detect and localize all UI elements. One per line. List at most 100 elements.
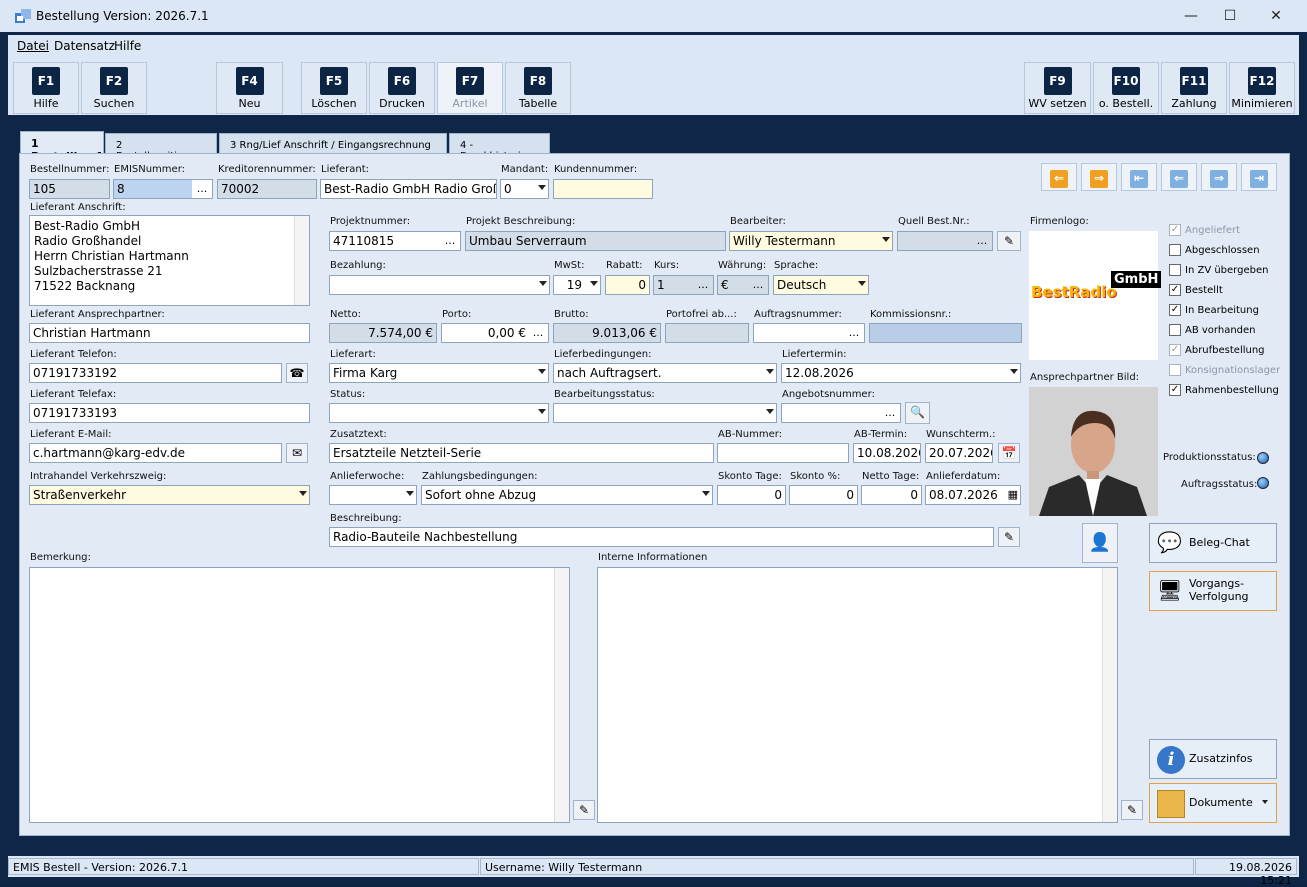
checkbox-abgeschlossen[interactable]: Abgeschlossen <box>1169 244 1260 256</box>
tab-bestellkopf[interactable]: 1 Bestellkopf <box>20 131 104 163</box>
edit-text-icon[interactable]: ✎ <box>573 800 595 820</box>
chevron-down-icon[interactable] <box>1262 800 1268 804</box>
zusatzinfos-button[interactable]: i Zusatzinfos <box>1149 739 1277 779</box>
calendar-icon[interactable]: ▦ <box>1008 488 1018 501</box>
skontoprozent-field[interactable]: 0 <box>789 485 858 505</box>
o-bestell-button[interactable]: F10 o. Bestell. <box>1093 62 1159 114</box>
porto-lookup-button[interactable]: ... <box>528 324 548 342</box>
tab-druckhistorie[interactable]: 4 - Druckhistorie <box>449 133 550 162</box>
anschrift-textarea[interactable]: Best-Radio GmbH Radio Großhandel Herrn C… <box>29 215 310 306</box>
lieferart-select[interactable]: Firma Karg <box>329 363 549 383</box>
kommissionsnr-field[interactable] <box>869 323 1022 343</box>
checkbox-konsignationslager[interactable]: Konsignationslager <box>1169 364 1280 376</box>
status-select[interactable] <box>329 403 549 423</box>
liefertermin-select[interactable]: 12.08.2026 <box>781 363 1021 383</box>
projektnummer-field[interactable]: 47110815... <box>329 231 461 251</box>
anlieferwoche-select[interactable] <box>329 485 417 505</box>
phone-icon[interactable]: ☎ <box>286 363 308 383</box>
telefax-field[interactable]: 07191733193 <box>29 403 310 423</box>
quellbestnr-lookup-button[interactable]: ... <box>972 232 992 250</box>
verkehrszweig-select[interactable]: Straßenverkehr <box>29 485 310 505</box>
article-button[interactable]: F7 Artikel <box>437 62 503 114</box>
edit-text-icon[interactable]: ✎ <box>1121 800 1143 820</box>
menu-datei[interactable]: Datei <box>17 39 49 53</box>
checkbox-abrufbestellung[interactable]: ✓ Abrufbestellung <box>1169 344 1265 356</box>
waehrung-field[interactable]: €... <box>717 275 769 295</box>
kurs-field[interactable]: 1... <box>653 275 714 295</box>
delete-button[interactable]: F5 Löschen <box>301 62 367 114</box>
nav-first-button[interactable]: ⇤ <box>1121 163 1157 191</box>
kundennummer-field[interactable] <box>553 179 653 199</box>
edit-document-icon[interactable]: ✎ <box>997 231 1021 251</box>
nav-next-button[interactable]: ⇒ <box>1201 163 1237 191</box>
sprache-select[interactable]: Deutsch <box>773 275 869 295</box>
email-field[interactable]: c.hartmann@karg-edv.de <box>29 443 282 463</box>
anschrift-scrollbar[interactable] <box>294 216 309 305</box>
search-button[interactable]: F2 Suchen <box>81 62 147 114</box>
edit-text-icon[interactable]: ✎ <box>998 527 1020 547</box>
menu-datensatz[interactable]: Datensatz <box>54 39 115 53</box>
bestellnummer-field[interactable]: 105 <box>29 179 110 199</box>
porto-field[interactable]: 0,00 €... <box>441 323 549 343</box>
emisnummer-field[interactable]: 8... <box>113 179 213 199</box>
angebotsnummer-field[interactable]: ... <box>781 403 901 423</box>
tab-anschrift-eingangsrechnung[interactable]: 3 Rng/Lief Anschrift / Eingangsrechnung <box>219 133 447 154</box>
new-button[interactable]: F4 Neu <box>216 62 283 114</box>
table-button[interactable]: F8 Tabelle <box>505 62 571 114</box>
beleg-chat-button[interactable]: 💬 Beleg-Chat <box>1149 523 1277 563</box>
mandant-select[interactable]: 0 <box>500 179 549 199</box>
checkbox-in-bearbeitung[interactable]: ✓ In Bearbeitung <box>1169 304 1259 316</box>
checkbox-angeliefert[interactable]: ✓ Angeliefert <box>1169 224 1240 236</box>
bemerkung-textarea[interactable] <box>29 567 570 823</box>
checkbox-rahmenbestellung[interactable]: ✓ Rahmenbestellung <box>1169 384 1279 396</box>
nav-previous-button[interactable]: ⇐ <box>1161 163 1197 191</box>
kurs-lookup-button[interactable]: ... <box>693 276 713 294</box>
abnummer-field[interactable] <box>717 443 849 463</box>
print-button[interactable]: F6 Drucken <box>369 62 435 114</box>
beschreibung-field[interactable]: Radio-Bauteile Nachbestellung <box>329 527 994 547</box>
payment-button[interactable]: F11 Zahlung <box>1161 62 1227 114</box>
projektbeschreibung-field[interactable]: Umbau Serverraum <box>465 231 726 251</box>
checkbox-bestellt[interactable]: ✓ Bestellt <box>1169 284 1223 296</box>
mwst-select[interactable]: 19 <box>553 275 601 295</box>
nav-prev-orange-button[interactable]: ⇐ <box>1041 163 1077 191</box>
emisnummer-lookup-button[interactable]: ... <box>192 180 212 198</box>
maximize-button[interactable]: ☐ <box>1207 0 1253 32</box>
auftragsnummer-field[interactable]: ... <box>753 323 865 343</box>
waehrung-lookup-button[interactable]: ... <box>748 276 768 294</box>
nettotage-field[interactable]: 0 <box>861 485 922 505</box>
search-icon[interactable]: 🔍 <box>905 402 930 424</box>
tab-bestellpositionen[interactable]: 2 Bestellpositionen <box>105 133 217 162</box>
lieferbedingungen-select[interactable]: nach Auftragsert. <box>553 363 777 383</box>
nav-last-button[interactable]: ⇥ <box>1241 163 1277 191</box>
bearbeiter-select[interactable]: Willy Testermann <box>729 231 893 251</box>
telefon-field[interactable]: 07191733192 <box>29 363 282 383</box>
mail-icon[interactable]: ✉ <box>286 443 308 463</box>
quellbestnr-field[interactable]: ... <box>897 231 993 251</box>
bezahlung-select[interactable] <box>329 275 550 295</box>
help-button[interactable]: F1 Hilfe <box>13 62 79 114</box>
ansprechpartner-field[interactable]: Christian Hartmann <box>29 323 310 343</box>
bearbeitungsstatus-select[interactable] <box>553 403 777 423</box>
vorgangsverfolgung-button[interactable]: 🖥 Vorgangs- Verfolgung <box>1149 571 1277 611</box>
anlieferdatum-field[interactable]: 08.07.2026 ▦ <box>925 485 1021 505</box>
netto-field[interactable]: 7.574,00 € <box>329 323 437 343</box>
skontotage-field[interactable]: 0 <box>717 485 786 505</box>
angebotsnummer-lookup-button[interactable]: ... <box>880 404 900 422</box>
close-button[interactable]: ✕ <box>1253 0 1299 32</box>
interne-textarea[interactable] <box>597 567 1118 823</box>
dokumente-button[interactable]: Dokumente <box>1149 783 1277 823</box>
zahlungsbedingungen-select[interactable]: Sofort ohne Abzug <box>421 485 713 505</box>
minimize-app-button[interactable]: F12 Minimieren <box>1229 62 1295 114</box>
calendar-icon[interactable]: 📅 <box>998 443 1020 463</box>
auftragsnummer-lookup-button[interactable]: ... <box>844 324 864 342</box>
wv-setzen-button[interactable]: F9 WV setzen <box>1024 62 1091 114</box>
rabatt-field[interactable]: 0 <box>605 275 650 295</box>
menu-hilfe[interactable]: Hilfe <box>114 39 141 53</box>
kreditorennummer-field[interactable]: 70002 <box>217 179 317 199</box>
checkbox-in-zv-uebergeben[interactable]: In ZV übergeben <box>1169 264 1268 276</box>
checkbox-ab-vorhanden[interactable]: AB vorhanden <box>1169 324 1256 336</box>
zusatztext-field[interactable]: Ersatzteile Netzteil-Serie <box>329 443 714 463</box>
wunschtermin-field[interactable]: 20.07.2026 <box>925 443 993 463</box>
abtermin-field[interactable]: 10.08.2026 <box>853 443 921 463</box>
